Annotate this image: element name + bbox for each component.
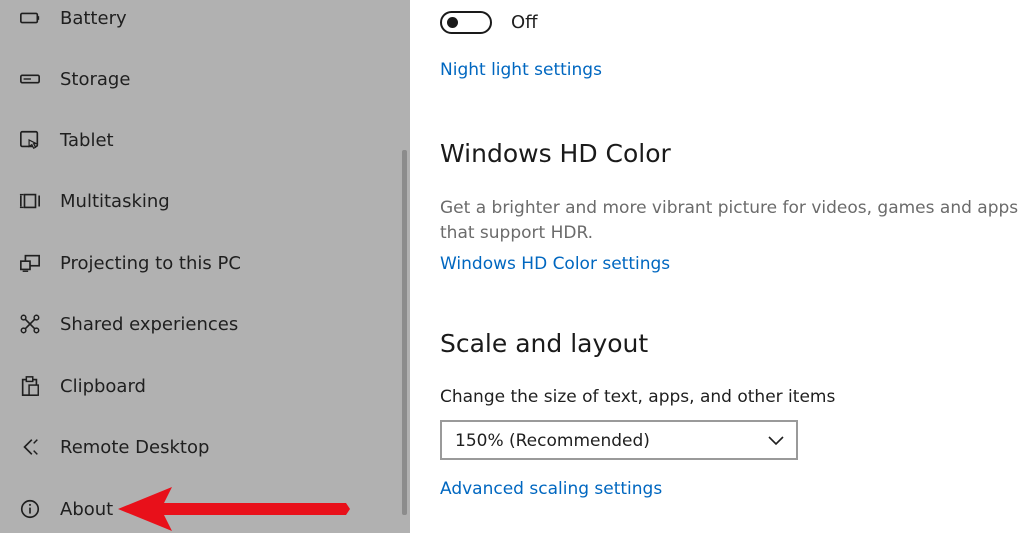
projecting-icon: [18, 251, 42, 275]
night-light-settings-link[interactable]: Night light settings: [440, 60, 602, 80]
advanced-scaling-settings-link[interactable]: Advanced scaling settings: [440, 479, 662, 499]
multitasking-icon: [18, 189, 42, 213]
tablet-icon: [18, 128, 42, 152]
toggle-knob: [447, 17, 458, 28]
sidebar-item-label: Clipboard: [60, 375, 146, 397]
scale-field-label: Change the size of text, apps, and other…: [440, 387, 836, 407]
sidebar-item-label: Storage: [60, 68, 131, 90]
scale-layout-heading: Scale and layout: [440, 329, 649, 358]
sidebar-item-projecting[interactable]: Projecting to this PC: [0, 238, 400, 288]
sidebar-item-multitasking[interactable]: Multitasking: [0, 176, 400, 226]
sidebar-item-clipboard[interactable]: Clipboard: [0, 361, 400, 411]
sidebar-item-storage[interactable]: Storage: [0, 54, 400, 104]
sidebar-item-battery[interactable]: Battery: [0, 0, 400, 43]
battery-icon: [18, 6, 42, 30]
shared-experiences-icon: [18, 312, 42, 336]
remote-desktop-icon: [18, 435, 42, 459]
info-icon: [18, 497, 42, 521]
hd-color-settings-link[interactable]: Windows HD Color settings: [440, 254, 670, 274]
annotation-arrow-icon: [118, 487, 350, 531]
chevron-down-icon: [768, 436, 784, 446]
storage-icon: [18, 67, 42, 91]
main-content: Off Night light settings Windows HD Colo…: [410, 0, 1024, 533]
clipboard-icon: [18, 374, 42, 398]
sidebar-item-label: Projecting to this PC: [60, 252, 241, 274]
settings-sidebar: Battery Storage Tablet Multitasking Proj…: [0, 0, 410, 533]
hd-color-description: Get a brighter and more vibrant picture …: [440, 198, 1019, 243]
sidebar-item-label: Battery: [60, 7, 127, 29]
sidebar-item-tablet[interactable]: Tablet: [0, 115, 400, 165]
scale-dropdown[interactable]: 150% (Recommended): [440, 420, 798, 460]
sidebar-item-remote-desktop[interactable]: Remote Desktop: [0, 422, 400, 472]
night-light-toggle[interactable]: [440, 11, 492, 34]
sidebar-scrollbar[interactable]: [402, 150, 407, 515]
sidebar-item-label: Shared experiences: [60, 313, 239, 335]
scale-dropdown-value: 150% (Recommended): [455, 431, 650, 451]
sidebar-item-label: Remote Desktop: [60, 436, 210, 458]
sidebar-item-label: Tablet: [60, 129, 114, 151]
sidebar-item-shared-experiences[interactable]: Shared experiences: [0, 299, 400, 349]
hd-color-heading: Windows HD Color: [440, 139, 671, 168]
night-light-toggle-state: Off: [511, 12, 538, 33]
sidebar-item-label: Multitasking: [60, 190, 170, 212]
sidebar-item-label: About: [60, 498, 114, 520]
